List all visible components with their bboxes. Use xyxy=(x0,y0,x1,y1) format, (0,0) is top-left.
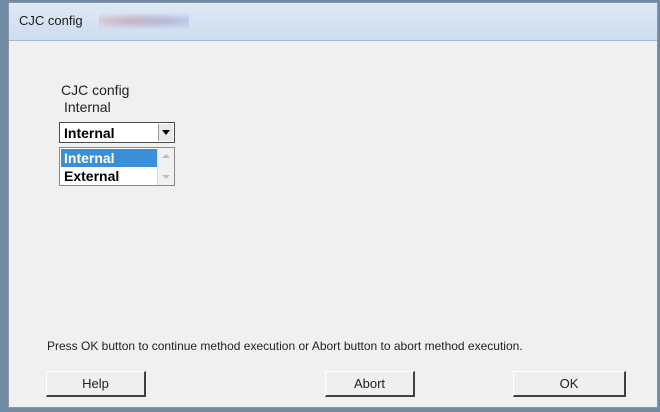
title-bar[interactable]: CJC config xyxy=(9,3,657,41)
dropdown-list[interactable]: Internal External xyxy=(59,147,175,186)
blurred-title-icons xyxy=(99,12,189,30)
help-button[interactable]: Help xyxy=(46,371,146,397)
list-scrollbar[interactable] xyxy=(157,148,174,185)
combobox-value: Internal xyxy=(64,125,115,141)
scroll-up-icon[interactable] xyxy=(162,154,170,158)
list-item-external[interactable]: External xyxy=(61,167,157,185)
group-heading: CJC config xyxy=(61,82,130,98)
ok-button[interactable]: OK xyxy=(513,371,626,397)
chevron-down-icon xyxy=(162,130,170,135)
dialog-window: CJC config CJC config Internal Internal … xyxy=(8,2,658,408)
instruction-message: Press OK button to continue method execu… xyxy=(47,339,523,353)
list-item-internal[interactable]: Internal xyxy=(61,149,157,167)
current-value-label: Internal xyxy=(64,99,111,115)
scroll-down-icon[interactable] xyxy=(162,175,170,179)
cjc-combobox[interactable]: Internal xyxy=(59,122,175,143)
abort-button[interactable]: Abort xyxy=(325,371,415,397)
window-title: CJC config xyxy=(19,13,83,28)
dropdown-button[interactable] xyxy=(158,124,173,141)
